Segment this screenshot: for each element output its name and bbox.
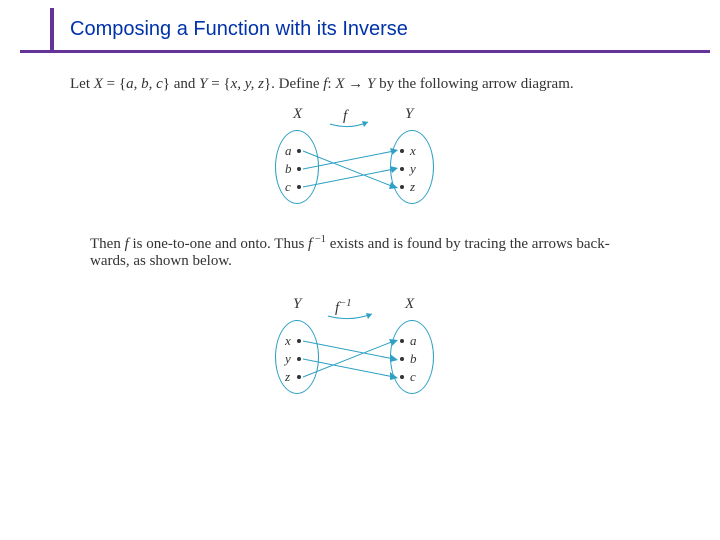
d2-arrows-svg [0, 290, 720, 420]
t1a: Let [70, 76, 94, 92]
definition-text: Let X = {a, b, c} and Y = {x, y, z}. Def… [70, 76, 690, 93]
d1-arrow-b-x [303, 151, 394, 169]
d1-arrowhead-c-y [390, 166, 398, 173]
d2-arrow-y-c [303, 359, 394, 377]
t1e: } and [163, 76, 199, 92]
t2c: is one-to-one and onto. Thus [129, 236, 308, 252]
header-vertical-bar [50, 8, 54, 53]
d2-arrow-z-a [303, 341, 394, 377]
t1o: by the following arrow diagram. [375, 76, 573, 92]
d1-arrowhead-b-x [390, 148, 398, 155]
t2f: wards, as shown below. [90, 253, 232, 269]
d2-arrowhead-x-b [390, 354, 398, 362]
t1i: }. Define [264, 76, 323, 92]
t1g: = { [207, 76, 230, 92]
d2-arrowhead-y-c [390, 372, 398, 380]
t1l: X [335, 76, 344, 92]
t2a: Then [90, 236, 125, 252]
t1d: a, b, c [126, 76, 163, 92]
t1m: → [345, 76, 368, 92]
d2-arrow-x-b [303, 341, 394, 359]
t1h: x, y, z [231, 76, 264, 92]
d1-arrows-svg [0, 100, 720, 230]
header-horizontal-bar [20, 50, 710, 53]
d1-arrow-c-y [303, 169, 394, 187]
arrow-diagram-f: X f Y a b c x y z [0, 100, 720, 230]
d1-arrow-a-z [303, 151, 394, 187]
t1b: X [94, 76, 103, 92]
d2-func-arc [328, 314, 372, 319]
slide-title: Composing a Function with its Inverse [70, 18, 408, 41]
inverse-text: Then f is one-to-one and onto. Thus f −1… [90, 234, 690, 270]
arrow-diagram-finv: Y f−1 X x y z a b c [0, 290, 720, 420]
d1-func-arc [330, 122, 368, 127]
t2e: exists and is found by tracing the arrow… [326, 236, 610, 252]
d1-arrowhead-a-z [389, 182, 398, 189]
t1c: = { [103, 76, 126, 92]
t2d-sup: −1 [312, 234, 326, 245]
